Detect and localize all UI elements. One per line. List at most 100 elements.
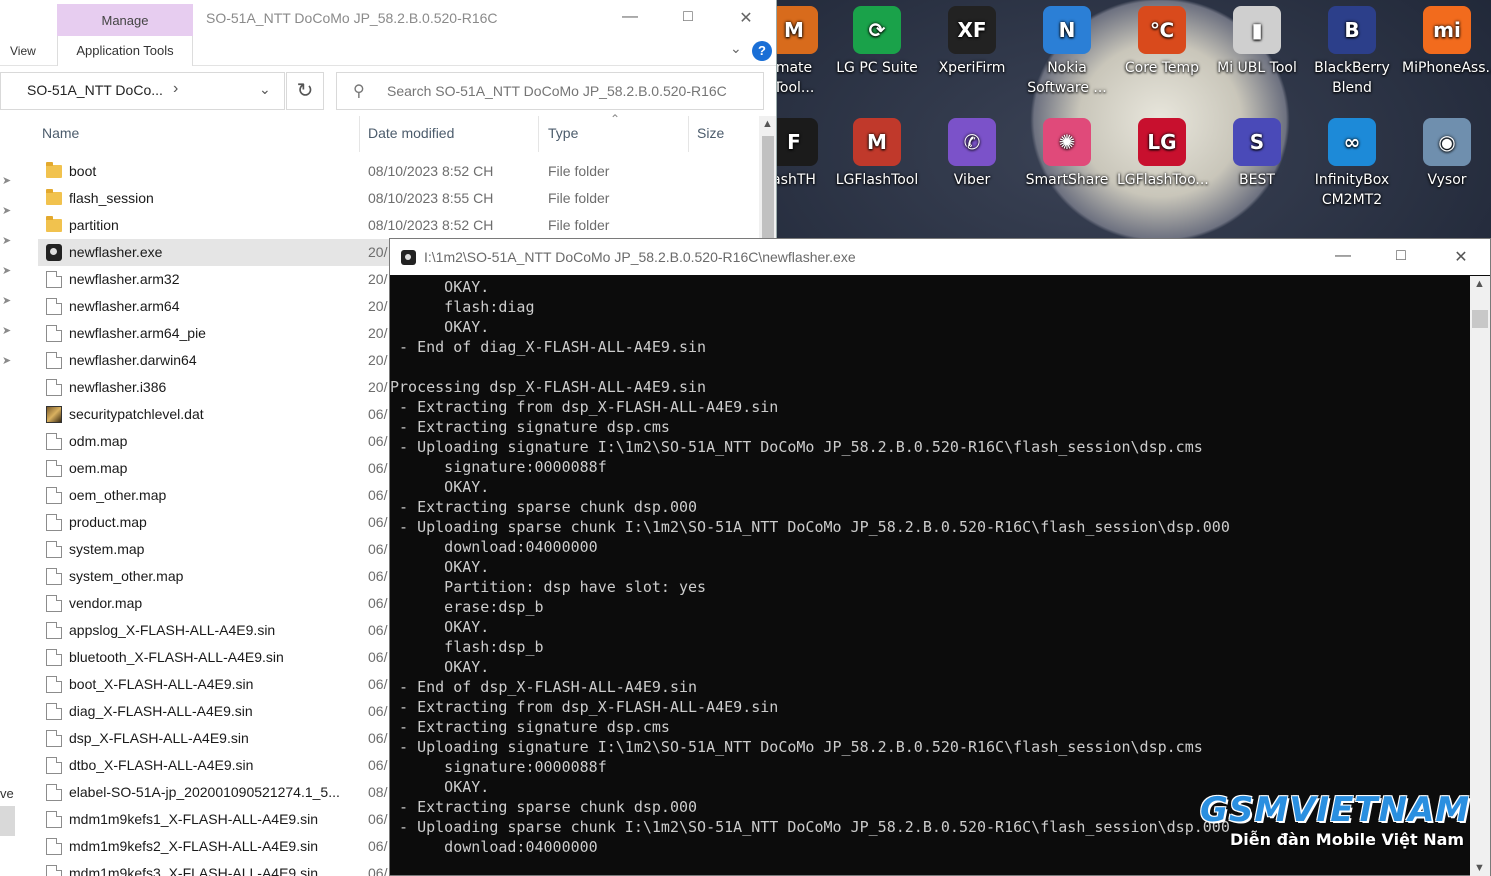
file-date: 20/ bbox=[368, 244, 388, 260]
best-icon: S bbox=[1233, 118, 1281, 166]
chevron-down-icon[interactable]: ⌄ bbox=[259, 81, 271, 98]
desktop-icon[interactable]: ∞ InfinityBox CM2MT2 bbox=[1305, 112, 1399, 210]
desktop-icon[interactable]: S BEST bbox=[1210, 112, 1304, 190]
file-date: 20/ bbox=[368, 379, 388, 395]
file-date: 20/ bbox=[368, 271, 388, 287]
refresh-button[interactable]: ↻ bbox=[286, 72, 324, 110]
file-icon bbox=[46, 865, 62, 876]
column-size[interactable]: Size bbox=[697, 125, 724, 141]
pin-icon: ➤ bbox=[2, 265, 12, 277]
help-icon[interactable]: ? bbox=[752, 41, 772, 61]
tab-view[interactable]: View bbox=[10, 44, 36, 58]
scrollbar[interactable]: ▲ ▼ bbox=[1470, 276, 1490, 876]
file-date: 08/10/2023 8:52 CH bbox=[368, 217, 494, 233]
desktop-icon[interactable]: ⟳ LG PC Suite bbox=[830, 0, 924, 78]
scrollbar-thumb[interactable] bbox=[1472, 310, 1488, 328]
file-name: odm.map bbox=[69, 433, 128, 449]
vysor-icon: ◉ bbox=[1423, 118, 1471, 166]
column-type[interactable]: Type bbox=[548, 125, 578, 141]
file-icon bbox=[46, 325, 62, 342]
scroll-up-icon[interactable]: ▲ bbox=[1474, 278, 1485, 290]
tab-application-tools[interactable]: Application Tools bbox=[57, 36, 193, 66]
viber-icon: ✆ bbox=[948, 118, 996, 166]
file-row[interactable]: flash_session 08/10/2023 8:55 CH File fold… bbox=[38, 185, 758, 212]
console-line: flash:dsp_b bbox=[390, 638, 544, 656]
desktop-icon[interactable]: ▮ Mi UBL Tool bbox=[1210, 0, 1304, 78]
close-button[interactable]: ✕ bbox=[734, 8, 758, 28]
desktop-icon[interactable]: ✺ SmartShare bbox=[1020, 112, 1114, 190]
core-temp-icon: ℃ bbox=[1138, 6, 1186, 54]
nav-item-label[interactable]: ve bbox=[0, 786, 14, 801]
column-name[interactable]: Name bbox=[42, 125, 79, 141]
console-output[interactable]: OKAY. flash:diag OKAY. - End of diag_X-F… bbox=[390, 276, 1470, 876]
console-line: - Extracting signature dsp.cms bbox=[390, 718, 670, 736]
column-divider[interactable] bbox=[688, 116, 689, 152]
file-icon bbox=[46, 433, 62, 450]
address-bar[interactable]: SO-51A_NTT DoCo... › ⌄ bbox=[0, 72, 285, 110]
file-type: File folder bbox=[548, 190, 610, 206]
desktop-icon[interactable]: ◉ Vysor bbox=[1400, 112, 1491, 190]
search-input[interactable] bbox=[387, 73, 757, 109]
ribbon: View Manage Application Tools SO-51A_NTT… bbox=[0, 0, 776, 66]
column-divider[interactable] bbox=[538, 116, 539, 152]
sort-arrow-icon: ⌃ bbox=[610, 112, 621, 126]
breadcrumb[interactable]: SO-51A_NTT DoCo... bbox=[27, 82, 167, 98]
file-row[interactable]: partition 08/10/2023 8:52 CH File folder bbox=[38, 212, 758, 239]
watermark-logo: GSMVIETNAM Diễn đàn Mobile Việt Nam bbox=[1196, 790, 1486, 854]
file-row[interactable]: boot 08/10/2023 8:52 CH File folder bbox=[38, 158, 758, 185]
lg-pc-suite-icon: ⟳ bbox=[853, 6, 901, 54]
scroll-up-icon[interactable]: ▲ bbox=[762, 118, 773, 130]
file-name: elabel-SO-51A-jp_202001090521274.1_5... bbox=[69, 784, 340, 800]
file-name: newflasher.darwin64 bbox=[69, 352, 197, 368]
file-name: appslog_X-FLASH-ALL-A4E9.sin bbox=[69, 622, 276, 638]
desktop-icon[interactable]: mi MiPhoneAss... bbox=[1400, 0, 1491, 78]
file-date: 06/ bbox=[368, 676, 388, 692]
pin-icon: ➤ bbox=[2, 205, 12, 217]
manage-context-label: Manage bbox=[57, 4, 193, 36]
pin-icon: ➤ bbox=[2, 355, 12, 367]
file-date: 08/10/2023 8:55 CH bbox=[368, 190, 494, 206]
desktop-icon[interactable]: LG LGFlashToo... bbox=[1115, 112, 1209, 190]
watermark-tagline: Diễn đàn Mobile Việt Nam bbox=[1230, 830, 1465, 849]
desktop-icon[interactable]: B BlackBerry Blend bbox=[1305, 0, 1399, 98]
file-date: 06/ bbox=[368, 433, 388, 449]
desktop-icon[interactable]: N Nokia Software ... bbox=[1020, 0, 1114, 98]
desktop-icon-label: XperiFirm bbox=[938, 60, 1006, 76]
column-divider[interactable] bbox=[359, 116, 360, 152]
nav-item-selected[interactable] bbox=[0, 806, 15, 836]
file-name: oem_other.map bbox=[69, 487, 167, 503]
scroll-down-icon[interactable]: ▼ bbox=[1474, 862, 1485, 874]
file-name: newflasher.arm64_pie bbox=[69, 325, 206, 341]
infinitybox-icon: ∞ bbox=[1328, 118, 1376, 166]
minimize-button[interactable]: — bbox=[1328, 247, 1358, 265]
desktop-icon[interactable]: ✆ Viber bbox=[925, 112, 1019, 190]
file-icon bbox=[46, 730, 62, 747]
column-date-modified[interactable]: Date modified bbox=[368, 125, 454, 141]
close-button[interactable]: ✕ bbox=[1446, 247, 1476, 267]
desktop-icon[interactable]: ℃ Core Temp bbox=[1115, 0, 1209, 78]
file-name: securitypatchlevel.dat bbox=[69, 406, 204, 422]
file-name: dsp_X-FLASH-ALL-A4E9.sin bbox=[69, 730, 249, 746]
pin-icon: ➤ bbox=[2, 325, 12, 337]
desktop-icon[interactable]: XF XperiFirm bbox=[925, 0, 1019, 78]
file-row[interactable]: newflasher.exe 20/ bbox=[38, 239, 398, 266]
file-icon bbox=[46, 649, 62, 666]
flashth-icon: F bbox=[770, 118, 818, 166]
file-name: mdm1m9kefs3_X-FLASH-ALL-A4E9.sin bbox=[69, 865, 318, 876]
file-icon bbox=[46, 514, 62, 531]
desktop-icon-label: Nokia Software ... bbox=[1027, 60, 1107, 96]
maximize-button[interactable]: □ bbox=[1386, 247, 1416, 265]
chevron-down-icon[interactable]: ⌄ bbox=[730, 40, 742, 57]
desktop-icon-label: LGFlashTool bbox=[835, 172, 919, 188]
chevron-right-icon[interactable]: › bbox=[173, 80, 178, 98]
minimize-button[interactable]: — bbox=[618, 8, 642, 28]
desktop-icon[interactable]: M LGFlashTool bbox=[830, 112, 924, 190]
console-titlebar: I:\1m2\SO-51A_NTT DoCoMo JP_58.2.B.0.520… bbox=[390, 239, 1490, 275]
folder-icon bbox=[46, 162, 62, 178]
file-date: 06/ bbox=[368, 622, 388, 638]
maximize-button[interactable]: □ bbox=[676, 8, 700, 28]
search-box[interactable]: ⚲ bbox=[336, 72, 764, 110]
app-icon bbox=[401, 250, 416, 265]
file-date: 06/ bbox=[368, 649, 388, 665]
